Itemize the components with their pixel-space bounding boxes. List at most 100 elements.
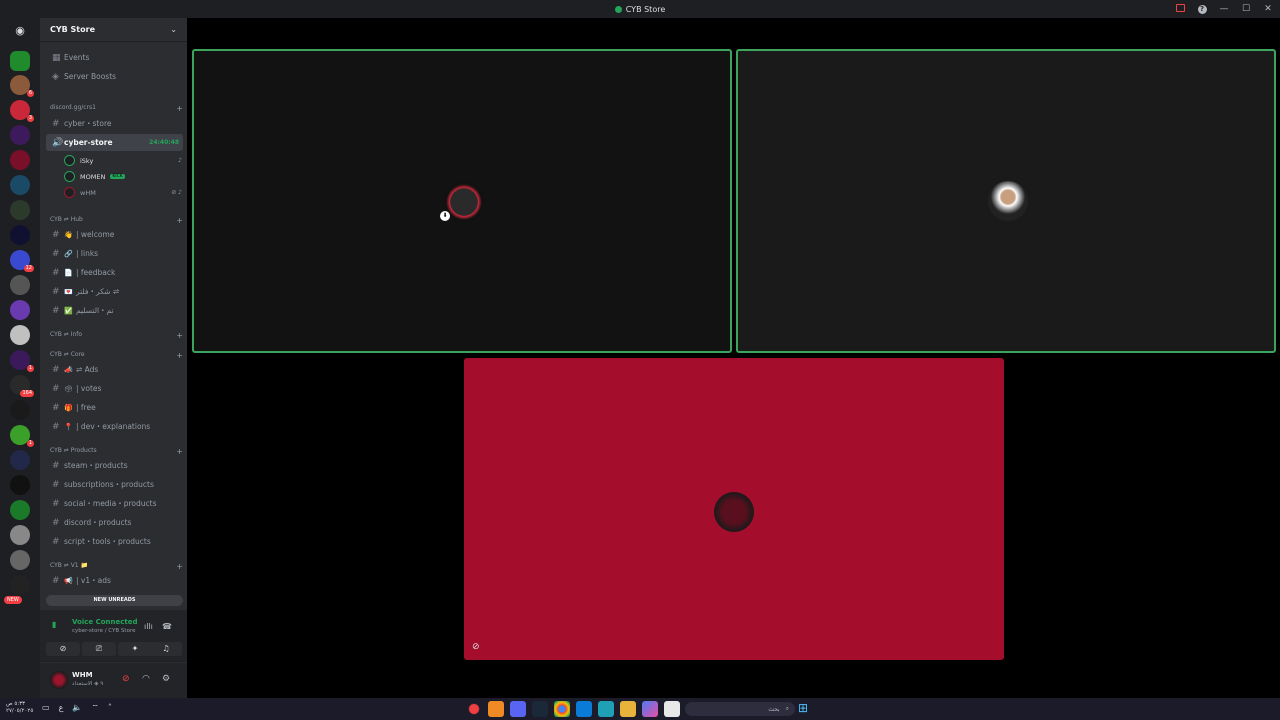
channel-steam[interactable]: # steam・products [46,457,183,474]
display-icon[interactable]: ▭ [42,703,50,713]
channel-script[interactable]: # script・tools・products [46,533,183,550]
server-icon[interactable] [10,125,30,145]
category-core[interactable]: CYB ⇌ Core + [50,351,183,360]
add-channel-icon[interactable]: + [176,562,183,571]
channel-links[interactable]: # 🔗 | links [46,245,183,262]
channel-free[interactable]: # 🎁 | free [46,399,183,416]
new-badge[interactable]: NEW [4,596,22,604]
volume-icon[interactable]: 🔈 [72,703,82,713]
voice-user[interactable]: iSky ♪ [64,153,182,168]
channel-discord[interactable]: # discord・products [46,514,183,531]
avatar[interactable] [50,671,68,689]
server-icon[interactable] [10,300,30,320]
server-icon[interactable] [10,175,30,195]
activities-button[interactable]: ✦ [118,642,152,656]
server-icon[interactable] [10,225,30,245]
discord-icon[interactable] [510,701,526,717]
server-icon[interactable] [10,500,30,520]
server-icon[interactable] [10,51,30,71]
add-channel-icon[interactable]: + [176,104,183,113]
video-tile[interactable] [736,49,1276,353]
server-icon[interactable] [10,550,30,570]
inbox-icon[interactable] [1174,3,1186,15]
category-hub[interactable]: CYB ⇌ Hub + [50,216,183,225]
language-icon[interactable]: ع [59,703,64,713]
server-icon[interactable] [10,150,30,170]
folder-icon[interactable] [620,701,636,717]
channel-votes[interactable]: # 🗳 | votes [46,380,183,397]
server-icon[interactable] [10,400,30,420]
signal-icon[interactable]: ▮ [52,620,56,629]
server-icon[interactable] [10,450,30,470]
noise-suppression-icon[interactable]: ıllı [144,622,153,631]
channel-v1-ads[interactable]: # 📢 | v1・ads [46,572,183,589]
channel-feedback[interactable]: # 📄 | feedback [46,264,183,281]
category-v1[interactable]: CYB ⇌ V1 📁 + [50,562,183,571]
taskbar-clock[interactable]: ٥:٣٣ ص ٢٧/٠٥/٢٠٢٥ [6,701,33,715]
maximize-button[interactable]: ☐ [1240,4,1252,14]
server-icon[interactable] [10,200,30,220]
voice-user[interactable]: wHM ⊘ ♪ [64,185,182,200]
server-icon[interactable]: 3 [10,100,34,122]
windows-start-icon[interactable]: ⊞ [798,701,812,715]
server-icon[interactable] [10,475,30,495]
voice-channel-cyber-store[interactable]: 🔊 cyber-store 24:40:48 [46,134,183,151]
opera-icon[interactable] [466,701,482,717]
minimize-button[interactable]: — [1218,4,1230,14]
channel-welcome[interactable]: # 👋 | welcome [46,226,183,243]
network-icon[interactable]: ⌔ [91,703,99,713]
steam-icon[interactable] [532,701,548,717]
voice-location[interactable]: cyber-store / CYB Store [72,628,135,634]
channel-ads[interactable]: # 📣 ⇌ Ads [46,361,183,378]
chrome-icon[interactable] [554,701,570,717]
server-icon[interactable] [10,325,30,345]
edge-icon[interactable] [598,701,614,717]
channel-delivered[interactable]: # ✅ تم・التسليم [46,302,183,319]
server-icon[interactable]: 1 [10,425,34,447]
channel-thanks[interactable]: # 💌 شكر・فلتر ⇌ [46,283,183,300]
new-unreads-button[interactable]: NEW UNREADS [46,595,183,606]
server-icon[interactable]: 164 [10,375,34,397]
disconnect-icon[interactable]: ☎ [162,622,172,631]
muted-mic-icon[interactable]: ⊘ [122,674,130,684]
search-box[interactable]: بحث ⌕ [685,702,795,716]
help-icon[interactable]: ? [1196,4,1208,14]
discord-home-icon[interactable]: ◉ [10,21,30,41]
category-info[interactable]: CYB ⇌ Info + [50,331,183,340]
events-item[interactable]: ▦ Events [46,49,183,66]
illustrator-icon[interactable] [488,701,504,717]
category-invite[interactable]: discord.gg/crs1 + [50,104,183,113]
add-channel-icon[interactable]: + [176,331,183,340]
store-icon[interactable] [576,701,592,717]
server-icon[interactable] [10,575,30,595]
server-icon[interactable] [10,275,30,295]
server-header[interactable]: CYB Store ⌄ [40,18,187,42]
server-icon[interactable]: 1 [10,350,34,372]
channel-subscriptions[interactable]: # subscriptions・products [46,476,183,493]
video-tile[interactable]: ⊘ [464,358,1004,660]
headphones-icon[interactable]: ◠ [142,674,150,684]
close-button[interactable]: ✕ [1262,4,1274,14]
category-products[interactable]: CYB ⇌ Products + [50,447,183,456]
gear-icon[interactable]: ⚙ [162,674,170,684]
chevron-up-icon[interactable]: ˄ [108,703,112,713]
channel-cyber-store[interactable]: # cyber・store [46,115,183,132]
server-boosts-item[interactable]: ◈ Server Boosts [46,68,183,85]
add-channel-icon[interactable]: + [176,351,183,360]
camera-button[interactable]: ⊘ [46,642,80,656]
soundboard-button[interactable]: ♫ [150,642,182,656]
user-name[interactable]: WHM [72,671,93,679]
server-icon[interactable] [10,525,30,545]
screen-share-button[interactable]: ⎚ [82,642,116,656]
voice-status[interactable]: Voice Connected [72,618,138,626]
copilot-icon[interactable] [642,701,658,717]
channel-dev[interactable]: # 📍 | dev・explanations [46,418,183,435]
voice-user[interactable]: MOMEN KICK [64,169,182,184]
video-tile[interactable]: ⬇ [192,49,732,353]
server-icon[interactable]: 12 [10,250,34,272]
add-channel-icon[interactable]: + [176,447,183,456]
add-channel-icon[interactable]: + [176,216,183,225]
server-icon[interactable]: 6 [10,75,34,97]
channel-social[interactable]: # social・media・products [46,495,183,512]
notepad-icon[interactable] [664,701,680,717]
